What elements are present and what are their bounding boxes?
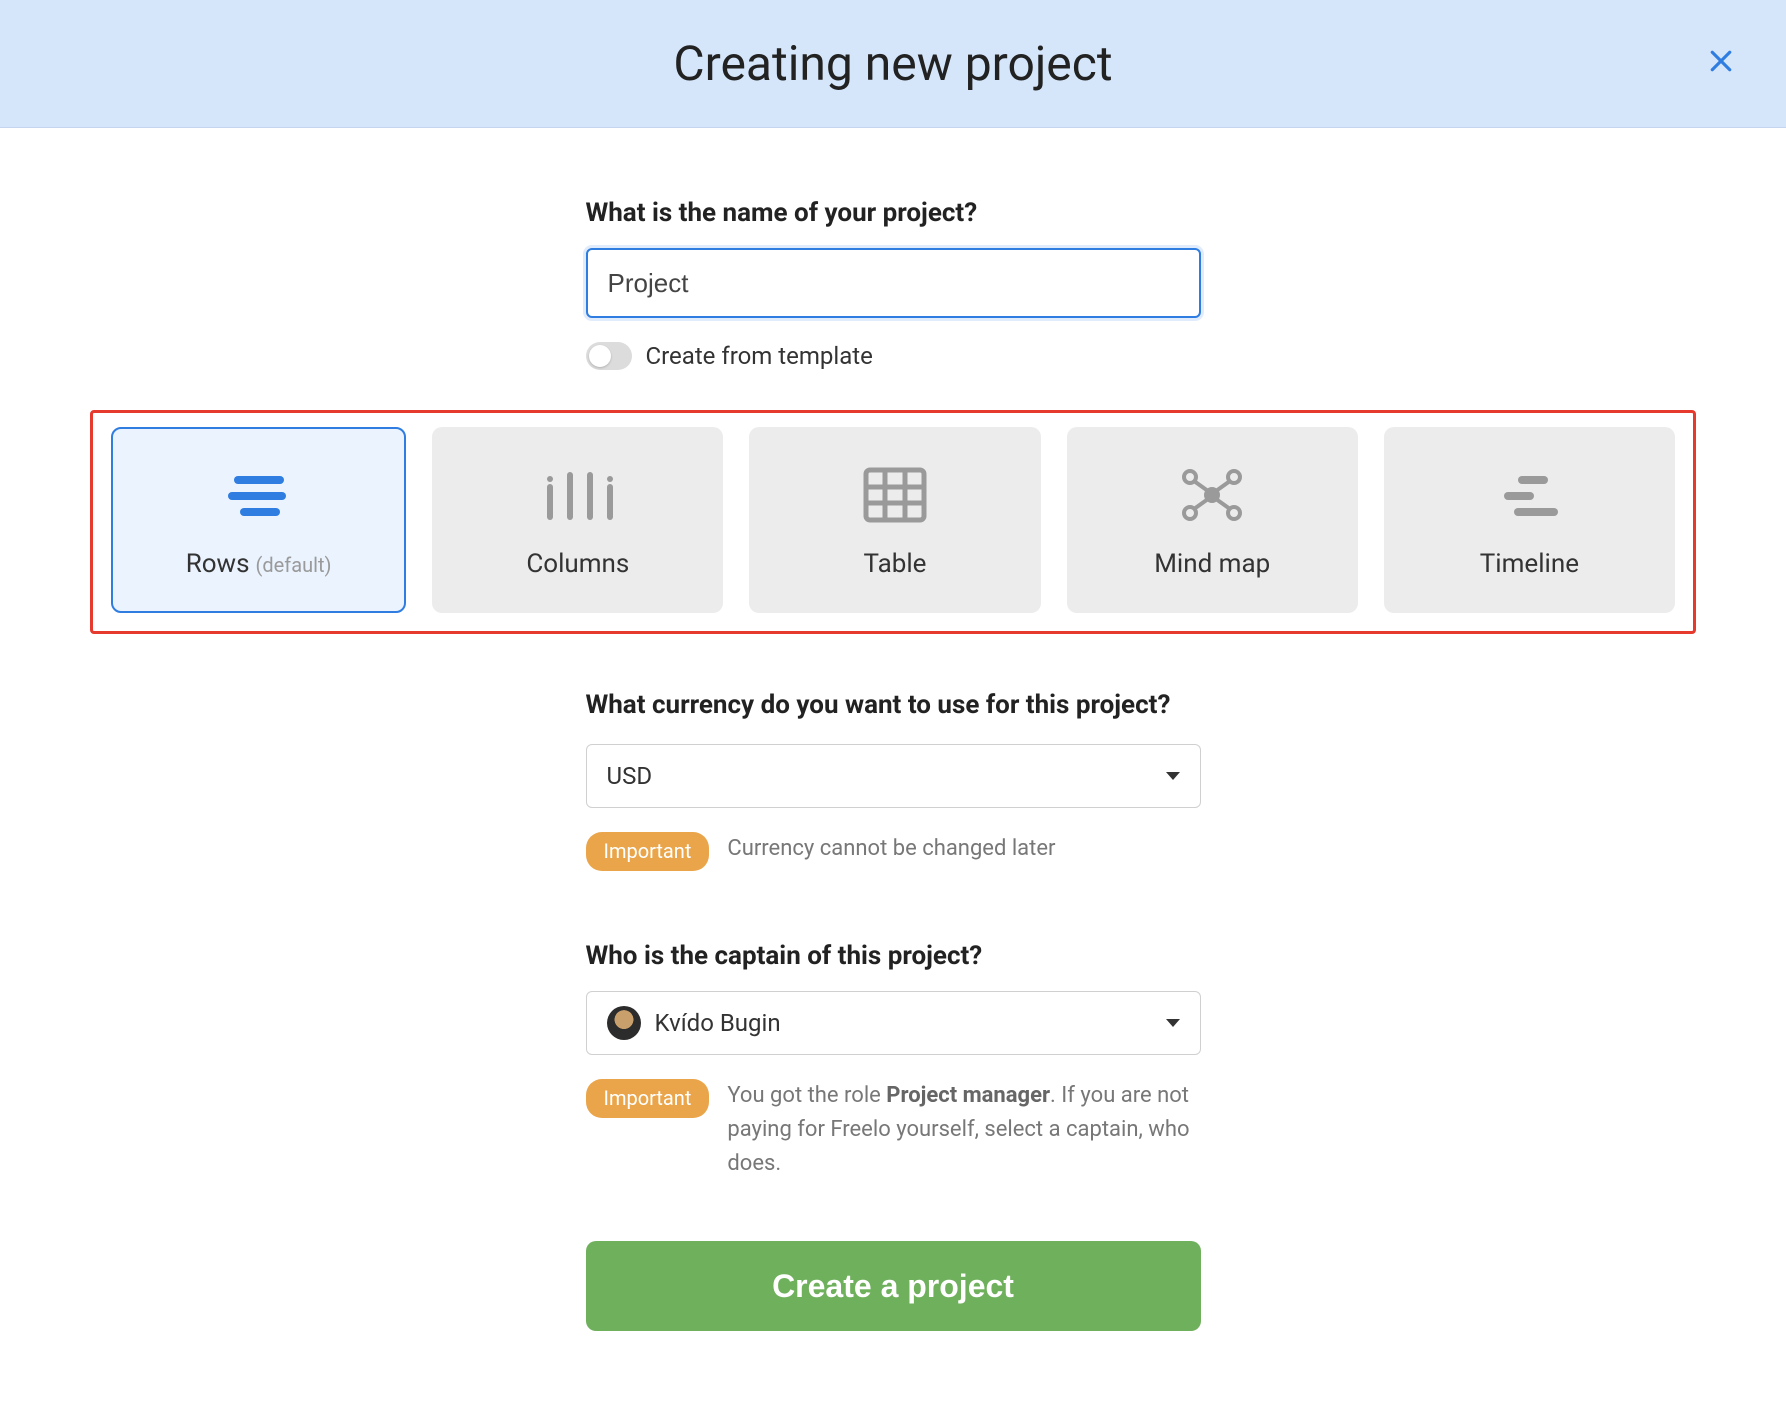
mindmap-icon [1180, 465, 1244, 525]
view-option-rows[interactable]: Rows(default) [111, 427, 406, 613]
captain-select[interactable]: Kvído Bugin [586, 991, 1201, 1055]
toggle-knob [589, 345, 611, 367]
view-option-label: Mind map [1154, 549, 1270, 579]
currency-select[interactable]: USD [586, 744, 1201, 808]
captain-value: Kvído Bugin [655, 1009, 781, 1037]
view-option-label: Timeline [1480, 549, 1579, 579]
project-name-label: What is the name of your project? [586, 198, 1201, 228]
template-toggle-label: Create from template [646, 342, 873, 370]
columns-icon [540, 465, 616, 525]
timeline-icon [1494, 465, 1564, 525]
important-badge: Important [586, 832, 710, 871]
view-option-mindmap[interactable]: Mind map [1067, 427, 1358, 613]
currency-note: Currency cannot be changed later [727, 832, 1200, 866]
view-type-selector: Rows(default) Columns [90, 410, 1696, 634]
view-option-table[interactable]: Table [749, 427, 1040, 613]
avatar [607, 1006, 641, 1040]
view-option-columns[interactable]: Columns [432, 427, 723, 613]
view-option-label: Table [864, 549, 927, 579]
currency-label: What currency do you want to use for thi… [586, 690, 1201, 720]
rows-icon [224, 465, 294, 525]
chevron-down-icon [1166, 1019, 1180, 1027]
captain-note: You got the role Project manager. If you… [727, 1079, 1200, 1181]
currency-value: USD [607, 762, 653, 790]
project-name-input[interactable] [586, 248, 1201, 318]
create-project-button[interactable]: Create a project [586, 1241, 1201, 1331]
important-badge: Important [586, 1079, 710, 1118]
close-icon [1706, 46, 1736, 76]
dialog-header: Creating new project [0, 0, 1786, 128]
view-option-timeline[interactable]: Timeline [1384, 427, 1675, 613]
table-icon [863, 465, 927, 525]
close-button[interactable] [1706, 46, 1736, 82]
view-option-label: Columns [526, 549, 629, 579]
captain-label: Who is the captain of this project? [586, 941, 1201, 971]
chevron-down-icon [1166, 772, 1180, 780]
dialog-title: Creating new project [673, 35, 1112, 92]
template-toggle[interactable] [586, 342, 632, 370]
view-option-label: Rows(default) [186, 549, 332, 579]
